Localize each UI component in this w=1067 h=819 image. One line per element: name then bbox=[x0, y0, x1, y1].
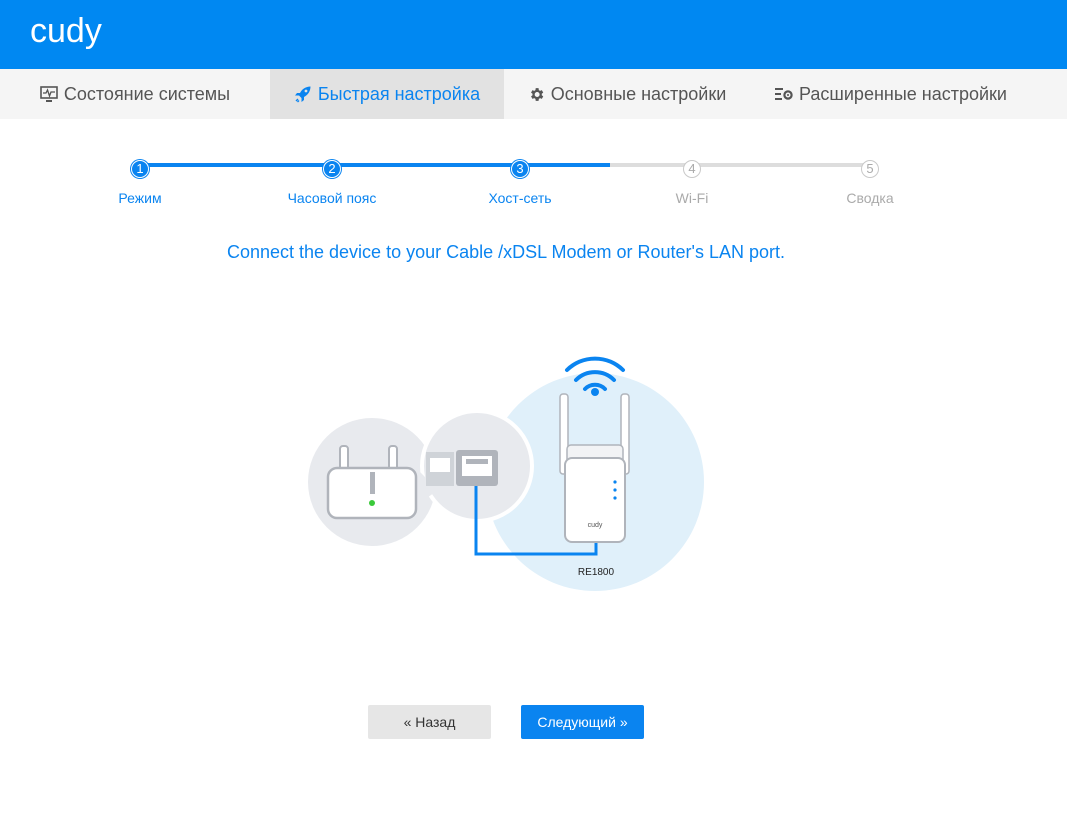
lan-port-icon bbox=[426, 450, 498, 486]
step-1-dot: 1 bbox=[131, 160, 149, 178]
cudy-logo[interactable]: cudy bbox=[30, 10, 122, 56]
progress-bar-complete bbox=[140, 163, 610, 167]
svg-text:cudy: cudy bbox=[588, 522, 603, 529]
next-button[interactable]: Следующий » bbox=[521, 705, 644, 739]
monitor-icon bbox=[40, 86, 58, 102]
nav-basic-settings[interactable]: Основные настройки bbox=[504, 69, 750, 119]
step-5-label: Сводка bbox=[846, 190, 894, 206]
gear-icon bbox=[530, 87, 543, 101]
nav-label: Состояние системы bbox=[63, 83, 231, 104]
back-button[interactable]: « Назад bbox=[368, 705, 491, 739]
main-nav: Состояние системы Быстрая настройка Осно… bbox=[0, 69, 1067, 119]
nav-advanced-settings[interactable]: Расширенные настройки bbox=[750, 69, 1032, 119]
step-2-label: Часовой пояс bbox=[287, 190, 377, 206]
nav-label: Быстрая настройка bbox=[317, 83, 481, 104]
advanced-settings-icon bbox=[775, 88, 793, 100]
device-model-label: RE1800 bbox=[578, 567, 615, 578]
progress-bar-remaining bbox=[610, 163, 870, 167]
connection-illustration: cudy RE1800 bbox=[308, 356, 704, 591]
step-1-label: Режим bbox=[118, 190, 162, 206]
svg-text:cudy: cudy bbox=[30, 12, 102, 50]
step-3-label: Хост-сеть bbox=[488, 190, 552, 206]
step-4-dot: 4 bbox=[683, 160, 701, 178]
nav-system-status[interactable]: Состояние системы bbox=[0, 69, 270, 119]
step-4-label: Wi-Fi bbox=[675, 190, 709, 206]
step-3-dot: 3 bbox=[511, 160, 529, 178]
setup-instruction: Connect the device to your Cable /xDSL M… bbox=[226, 242, 786, 262]
header-bar: cudy bbox=[0, 0, 1067, 69]
nav-label: Расширенные настройки bbox=[799, 83, 1007, 104]
rocket-icon bbox=[294, 86, 311, 103]
step-2-dot: 2 bbox=[323, 160, 341, 178]
step-5-dot: 5 bbox=[861, 160, 879, 178]
nav-label: Основные настройки bbox=[550, 83, 727, 104]
nav-quick-setup[interactable]: Быстрая настройка bbox=[270, 69, 504, 119]
